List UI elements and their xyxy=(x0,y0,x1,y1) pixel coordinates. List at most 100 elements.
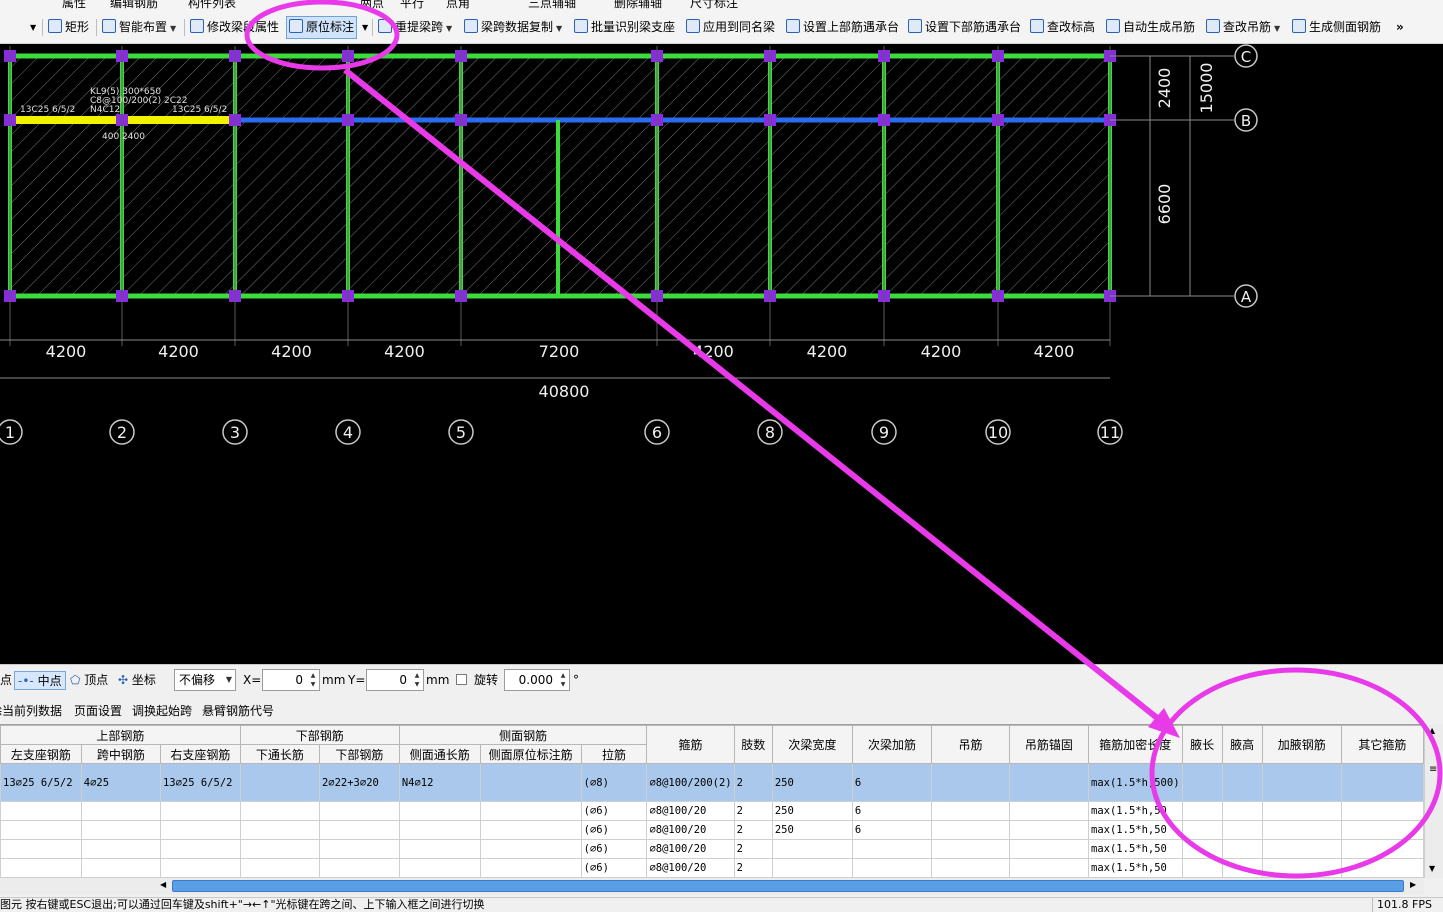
column-header[interactable]: 跨中钢筋 xyxy=(80,744,161,764)
table-cell[interactable] xyxy=(239,820,320,840)
scroll-left-icon[interactable]: ◀ xyxy=(160,880,166,889)
scroll-right-icon[interactable]: ▶ xyxy=(1410,880,1416,889)
toolbar-dropdown-arrow[interactable]: ▼ xyxy=(28,17,38,38)
table-cell[interactable]: 250 xyxy=(771,763,853,802)
x-input[interactable]: 0 ▲ ▼ xyxy=(262,669,320,691)
table-cell[interactable]: (⌀6) xyxy=(580,801,648,821)
table-cell[interactable] xyxy=(771,839,853,859)
table-cell[interactable] xyxy=(398,801,481,821)
table-cell[interactable]: max(1.5*h,500) xyxy=(1088,763,1183,802)
table-cell[interactable] xyxy=(159,858,241,878)
table-row[interactable]: (⌀6) ⌀8@100/20 2 250 6 max(1.5*h,50 xyxy=(0,820,1424,840)
table-cell[interactable]: (⌀6) xyxy=(580,839,648,859)
table-cell[interactable] xyxy=(318,858,400,878)
table-cell[interactable] xyxy=(1340,801,1424,821)
three-point-axis-menu[interactable]: 三点辅轴 xyxy=(528,0,576,10)
properties-menu[interactable]: 属性 xyxy=(62,0,86,10)
column-header[interactable]: 加腋钢筋 xyxy=(1261,725,1342,764)
column-header[interactable]: 吊筋锚固 xyxy=(1008,725,1090,764)
re-extract-span-button[interactable]: 重提梁跨 ▼ xyxy=(376,17,454,38)
edit-beam-segment-button[interactable]: 修改梁段属性 xyxy=(188,17,281,38)
table-cell[interactable] xyxy=(931,820,1010,840)
table-cell[interactable] xyxy=(851,839,933,859)
offset-select[interactable]: 不偏移 ▼ xyxy=(174,669,236,691)
table-cell[interactable]: N4⌀12 xyxy=(398,763,481,802)
table-cell[interactable] xyxy=(1221,763,1263,802)
table-cell[interactable] xyxy=(239,763,320,802)
rotate-angle-input[interactable]: 0.000 ▲ ▼ xyxy=(504,669,570,691)
column-header[interactable]: 腋长 xyxy=(1181,725,1223,764)
column-header[interactable]: 次梁加筋 xyxy=(851,725,933,764)
delete-axis-menu[interactable]: 删除辅轴 xyxy=(614,0,662,10)
y-input[interactable]: 0 ▲ ▼ xyxy=(366,669,424,691)
table-cell[interactable]: ⌀8@100/20 xyxy=(646,839,735,859)
column-header[interactable]: 箍筋 xyxy=(646,725,735,764)
edit-elevation-button[interactable]: 查改标高 xyxy=(1028,17,1097,38)
bottom-bar-pile-cap-button[interactable]: 设置下部筋遇承台 xyxy=(906,17,1023,38)
table-cell[interactable] xyxy=(931,858,1010,878)
column-header[interactable]: 吊筋 xyxy=(931,725,1010,764)
table-cell[interactable] xyxy=(1008,763,1090,802)
table-cell[interactable] xyxy=(479,858,582,878)
table-cell[interactable] xyxy=(1221,820,1263,840)
table-cell[interactable]: (⌀8) xyxy=(580,763,648,802)
toolbar-overflow-button[interactable]: » xyxy=(1394,17,1406,38)
table-cell[interactable] xyxy=(1221,801,1263,821)
page-setup-button[interactable]: 页面设置 xyxy=(74,702,122,719)
two-point-menu[interactable]: 两点 xyxy=(360,0,384,10)
table-cell[interactable] xyxy=(479,820,582,840)
column-header[interactable]: 侧面通长筋 xyxy=(398,744,481,764)
swap-start-span-button[interactable]: 调换起始跨 xyxy=(132,702,192,719)
point-angle-menu[interactable]: 点角 xyxy=(446,0,470,10)
table-horizontal-scrollbar[interactable]: ◀ ▶ xyxy=(0,878,1424,895)
table-cell[interactable] xyxy=(1008,858,1090,878)
table-cell[interactable]: ⌀8@100/20 xyxy=(646,820,735,840)
column-header[interactable]: 左支座钢筋 xyxy=(0,744,82,764)
table-cell[interactable]: max(1.5*h,50 xyxy=(1088,820,1183,840)
column-header[interactable]: 侧面原位标注筋 xyxy=(479,744,582,764)
table-cell[interactable] xyxy=(0,839,82,859)
table-cell[interactable] xyxy=(479,839,582,859)
table-cell[interactable] xyxy=(479,763,582,802)
table-cell[interactable] xyxy=(80,839,161,859)
column-header[interactable]: 下通长筋 xyxy=(239,744,320,764)
table-cell[interactable] xyxy=(1181,763,1223,802)
horizontal-scroll-thumb[interactable] xyxy=(172,880,1404,892)
table-cell[interactable] xyxy=(1221,839,1263,859)
table-vertical-scrollbar[interactable]: ▲ ≡ ▼ xyxy=(1424,724,1443,878)
table-cell[interactable] xyxy=(1008,801,1090,821)
table-row[interactable]: 13⌀25 6/5/2 4⌀25 13⌀25 6/5/2 2⌀22+3⌀20 N4⌀12… xyxy=(0,763,1424,802)
cantilever-code-button[interactable]: 悬臂钢筋代号 xyxy=(202,702,274,719)
table-cell[interactable]: max(1.5*h,50 xyxy=(1088,839,1183,859)
table-cell[interactable]: ⌀8@100/200(2) xyxy=(646,763,735,802)
span-data-copy-button[interactable]: 梁跨数据复制 ▼ xyxy=(462,17,564,38)
table-cell[interactable] xyxy=(771,858,853,878)
table-cell[interactable] xyxy=(931,801,1010,821)
table-cell[interactable] xyxy=(1340,763,1424,802)
table-cell[interactable]: 2 xyxy=(733,820,773,840)
table-cell[interactable] xyxy=(931,839,1010,859)
table-cell[interactable] xyxy=(479,801,582,821)
table-cell[interactable] xyxy=(398,839,481,859)
table-cell[interactable] xyxy=(1261,763,1342,802)
table-cell[interactable] xyxy=(851,858,933,878)
in-place-label-button[interactable]: 原位标注 xyxy=(286,16,358,39)
column-header[interactable]: 其它箍筋 xyxy=(1340,725,1424,764)
table-cell[interactable] xyxy=(159,820,241,840)
spinner-icon[interactable]: ▲ ▼ xyxy=(558,671,568,689)
table-cell[interactable]: 6 xyxy=(851,801,933,821)
rectangle-button[interactable]: 矩形 xyxy=(46,17,91,38)
midpoint-snap-toggle[interactable]: -•- 中点 xyxy=(14,671,66,690)
table-cell[interactable]: 13⌀25 6/5/2 xyxy=(159,763,241,802)
table-cell[interactable] xyxy=(159,801,241,821)
table-cell[interactable] xyxy=(80,858,161,878)
auto-hanger-button[interactable]: 自动生成吊筋 xyxy=(1104,17,1197,38)
table-cell[interactable]: 250 xyxy=(771,801,853,821)
column-header[interactable]: 右支座钢筋 xyxy=(159,744,241,764)
component-list-menu[interactable]: 构件列表 xyxy=(188,0,236,10)
table-cell[interactable] xyxy=(159,839,241,859)
table-cell[interactable] xyxy=(1181,820,1223,840)
table-cell[interactable] xyxy=(239,801,320,821)
parallel-menu[interactable]: 平行 xyxy=(400,0,424,10)
table-cell[interactable]: (⌀6) xyxy=(580,858,648,878)
